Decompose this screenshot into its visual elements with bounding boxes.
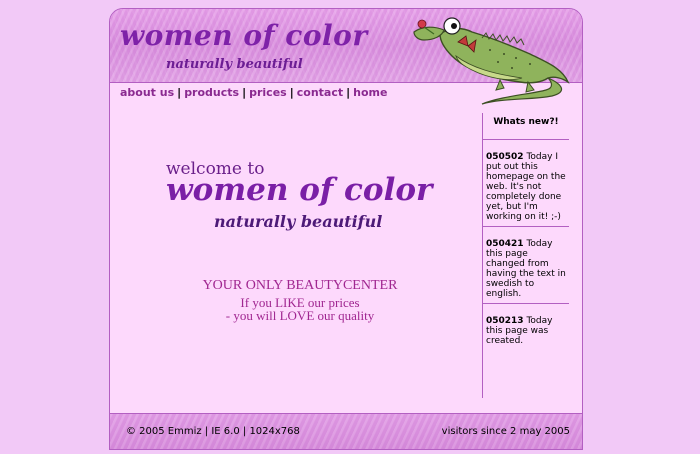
nav-separator: | xyxy=(242,86,247,99)
nav-link-contact[interactable]: contact xyxy=(297,86,343,99)
welcome-subtitle: naturally beautiful xyxy=(214,212,383,231)
news-text: Today I put out this homepage on the web… xyxy=(486,152,566,222)
nav-separator: | xyxy=(346,86,351,99)
news-item: 050421 Today this page changed from havi… xyxy=(483,227,569,304)
nav-link-prices[interactable]: prices xyxy=(249,86,287,99)
footer-credits: © 2005 Emmiz | IE 6.0 | 1024x768 xyxy=(126,426,300,437)
nav-link-home[interactable]: home xyxy=(353,86,387,99)
promo-line-2: - you will LOVE our quality xyxy=(225,308,375,323)
news-item: 050502 Today I put out this homepage on … xyxy=(483,140,569,227)
news-sidebar: Whats new?! 050502 Today I put out this … xyxy=(482,113,569,398)
nav-separator: | xyxy=(177,86,182,99)
nav-bar: about us | products | prices | contact | home xyxy=(120,86,387,99)
news-date: 050421 xyxy=(486,239,524,249)
promo-headline: YOUR ONLY BEAUTYCENTER xyxy=(202,278,398,293)
nav-separator: | xyxy=(289,86,294,99)
nav-link-about-us[interactable]: about us xyxy=(120,86,174,99)
news-date: 050502 xyxy=(486,152,524,162)
visitor-counter-text: visitors since 2 may 2005 xyxy=(441,426,570,437)
welcome-title: women of color xyxy=(166,172,433,208)
footer-bar: © 2005 Emmiz | IE 6.0 | 1024x768 visitor… xyxy=(110,413,582,449)
news-date: 050213 xyxy=(486,316,524,326)
main-content: welcome to women of color naturally beau… xyxy=(110,109,480,414)
promo-tagline: If you LIKE our prices - you will LOVE o… xyxy=(110,296,490,322)
nav-link-products[interactable]: products xyxy=(184,86,239,99)
news-heading: Whats new?! xyxy=(483,113,569,140)
news-item: 050213 Today this page was created. xyxy=(483,304,569,350)
crocodile-mascot-icon xyxy=(413,17,570,105)
site-title: women of color xyxy=(120,19,368,52)
site-subtitle: naturally beautiful xyxy=(166,57,303,72)
